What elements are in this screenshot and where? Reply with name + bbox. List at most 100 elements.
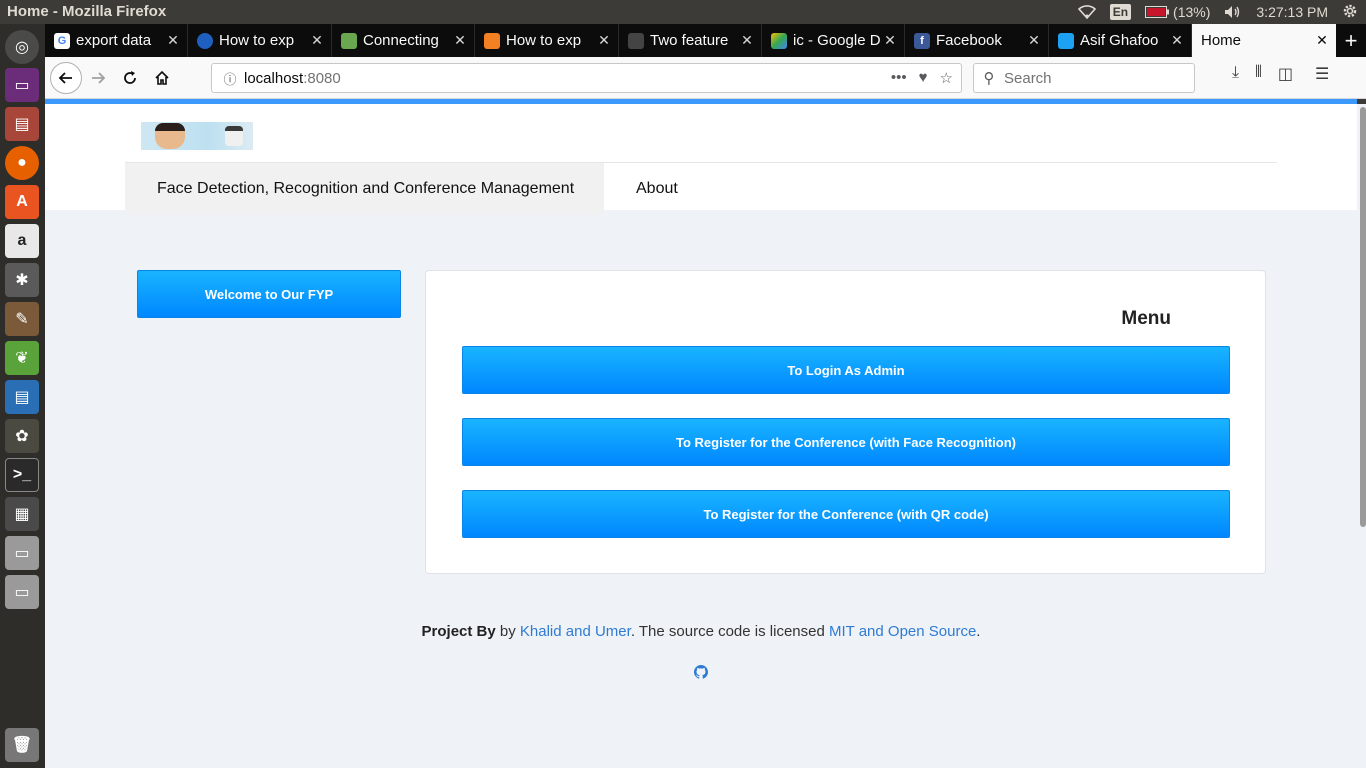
site-logo[interactable] — [141, 122, 253, 150]
twitter-icon — [1058, 32, 1074, 49]
reload-button[interactable] — [116, 64, 144, 92]
tab-home[interactable]: Home ✕ — [1192, 24, 1336, 57]
files-icon[interactable]: ▤ — [5, 107, 39, 141]
back-button[interactable] — [50, 62, 82, 94]
launcher: ◎ ▭ ▤ ● A a ✱ ✎ ❦ ▤ ✿ >_ ▦ ▭ ▭ 🗑 — [0, 24, 45, 768]
bookmark-star-icon[interactable]: ☆ — [940, 69, 953, 87]
google-drive-icon — [771, 32, 787, 49]
new-tab-button[interactable]: + — [1336, 24, 1366, 57]
url-bar[interactable]: ⓘ localhost:8080 ••• ♥ ☆ — [211, 63, 962, 93]
url-port: :8080 — [303, 69, 341, 87]
footer-by-text: by — [495, 623, 520, 640]
document-viewer-icon[interactable]: ▤ — [5, 380, 39, 414]
tab-google-drive[interactable]: ic - Google D ✕ — [762, 24, 905, 57]
pocket-icon[interactable]: ♥ — [919, 69, 928, 87]
window-title: Home - Mozilla Firefox — [7, 3, 167, 20]
amazon-icon[interactable]: a — [5, 224, 39, 258]
search-placeholder: Search — [1004, 69, 1052, 87]
clock[interactable]: 3:27:13 PM — [1256, 4, 1328, 20]
logo-face-icon — [155, 123, 185, 149]
toolbar-icons: ⤓ ⫴ ◫ ☰ — [1232, 64, 1329, 84]
keyboard-layout-indicator[interactable]: En — [1109, 4, 1132, 20]
system-top-bar: Home - Mozilla Firefox En (13%) 3:27:13 … — [0, 0, 1366, 24]
reload-icon — [124, 71, 136, 84]
register-face-recognition-button[interactable]: To Register for the Conference (with Fac… — [462, 418, 1230, 466]
search-icon: ⚲ — [983, 70, 995, 87]
trash-icon[interactable]: 🗑 — [5, 728, 39, 762]
search-input[interactable]: ⚲ Search — [973, 63, 1195, 93]
home-button[interactable] — [148, 64, 176, 92]
battery-percent: (13%) — [1173, 4, 1211, 20]
tab-export-data[interactable]: G export data ✕ — [45, 24, 188, 57]
navigation-toolbar: ⓘ localhost:8080 ••• ♥ ☆ ⚲ Search ⤓ ⫴ ◫ … — [45, 57, 1366, 99]
tab-close-icon[interactable]: ✕ — [307, 32, 327, 49]
menu-card: Menu To Login As Admin To Register for t… — [425, 270, 1266, 574]
site-info-icon[interactable]: ⓘ — [216, 69, 244, 88]
terminal-icon[interactable]: >_ — [5, 458, 39, 492]
wifi-icon[interactable] — [1077, 5, 1096, 19]
tab-close-icon[interactable]: ✕ — [594, 32, 614, 49]
logo-icon — [628, 32, 644, 49]
footer-end-punct: . — [976, 623, 981, 640]
authors-link[interactable]: Khalid and Umer — [520, 623, 631, 640]
system-settings-icon[interactable]: ✱ — [5, 263, 39, 297]
drive-icon-2[interactable]: ▭ — [5, 575, 39, 609]
dash-icon[interactable]: ◎ — [5, 30, 39, 64]
login-admin-button[interactable]: To Login As Admin — [462, 346, 1230, 394]
volume-icon[interactable] — [1224, 5, 1242, 19]
tab-two-feature[interactable]: Two feature ✕ — [619, 24, 762, 57]
workspace-app-icon[interactable]: ▭ — [5, 68, 39, 102]
firefox-icon[interactable]: ● — [5, 146, 39, 180]
tab-close-icon[interactable]: ✕ — [1312, 32, 1332, 49]
welcome-button[interactable]: Welcome to Our FYP — [137, 270, 401, 318]
tab-close-icon[interactable]: ✕ — [163, 32, 183, 49]
software-center-icon[interactable]: A — [5, 185, 39, 219]
home-icon — [155, 70, 169, 85]
tab-facebook[interactable]: f Facebook ✕ — [905, 24, 1049, 57]
gimp-icon[interactable]: ✿ — [5, 419, 39, 453]
system-indicators: En (13%) 3:27:13 PM — [1077, 0, 1358, 24]
workspace-switcher-icon[interactable]: ▦ — [5, 497, 39, 531]
tab-bar: G export data ✕ How to exp ✕ Connecting … — [45, 24, 1366, 57]
nav-link-home[interactable]: Face Detection, Recognition and Conferen… — [125, 163, 604, 215]
url-host: localhost — [244, 69, 304, 87]
downloads-icon[interactable]: ⤓ — [1232, 64, 1239, 84]
settings-gear-icon[interactable] — [1342, 3, 1358, 22]
logo-face-icon-2 — [225, 126, 243, 146]
page-scrollbar-thumb[interactable] — [1360, 107, 1366, 527]
blue-circle-icon — [197, 32, 213, 49]
battery-icon — [1145, 6, 1170, 18]
battery-indicator[interactable]: (13%) — [1145, 4, 1210, 20]
tab-close-icon[interactable]: ✕ — [880, 32, 900, 49]
tab-how-to-export-1[interactable]: How to exp ✕ — [188, 24, 332, 57]
sidebar-icon[interactable]: ◫ — [1278, 64, 1293, 84]
site-header: Face Detection, Recognition and Conferen… — [45, 104, 1357, 215]
google-icon: G — [54, 32, 70, 49]
text-editor-icon[interactable]: ✎ — [5, 302, 39, 336]
tab-twitter[interactable]: Asif Ghafoo ✕ — [1049, 24, 1192, 57]
tab-close-icon[interactable]: ✕ — [737, 32, 757, 49]
forward-arrow-icon — [92, 72, 106, 84]
tab-close-icon[interactable]: ✕ — [450, 32, 470, 49]
forward-button[interactable] — [84, 64, 112, 92]
github-icon[interactable] — [694, 665, 708, 679]
drive-icon[interactable]: ▭ — [5, 536, 39, 570]
stackoverflow-icon — [484, 32, 500, 49]
green-leaf-icon — [341, 32, 357, 49]
web-page: Face Detection, Recognition and Conferen… — [45, 99, 1357, 768]
spring-tool-icon[interactable]: ❦ — [5, 341, 39, 375]
menu-title: Menu — [1121, 308, 1171, 329]
page-actions-icon[interactable]: ••• — [891, 69, 907, 87]
license-link[interactable]: MIT and Open Source — [829, 623, 976, 640]
nav-link-about[interactable]: About — [636, 163, 678, 215]
tab-how-to-export-2[interactable]: How to exp ✕ — [475, 24, 619, 57]
back-arrow-icon — [58, 72, 72, 84]
library-icon[interactable]: ⫴ — [1255, 64, 1262, 84]
tab-close-icon[interactable]: ✕ — [1167, 32, 1187, 49]
tab-close-icon[interactable]: ✕ — [1024, 32, 1044, 49]
footer-project-by: Project By — [421, 623, 496, 640]
tab-connecting[interactable]: Connecting ✕ — [332, 24, 475, 57]
menu-hamburger-icon[interactable]: ☰ — [1315, 64, 1329, 84]
register-qr-code-button[interactable]: To Register for the Conference (with QR … — [462, 490, 1230, 538]
footer-credits: Project By by Khalid and Umer. The sourc… — [45, 623, 1357, 640]
